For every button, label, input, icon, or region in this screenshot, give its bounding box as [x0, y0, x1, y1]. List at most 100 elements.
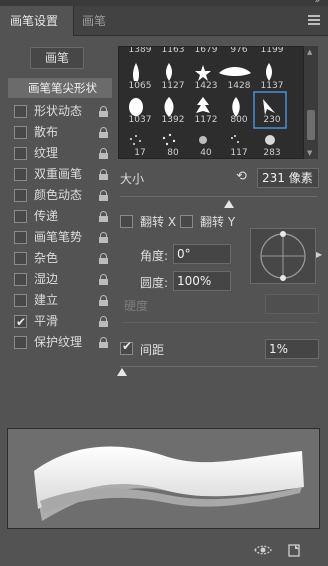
brush-size-number: 1199: [260, 46, 284, 55]
brush-leaf-230-icon: [263, 99, 275, 115]
option-label[interactable]: 平滑: [34, 311, 58, 331]
brush-option-2[interactable]: 纹理: [14, 143, 112, 164]
eye-dashed-icon[interactable]: [254, 543, 272, 557]
brush-tip-grid[interactable]: 1389 1163 1679 976 1199 1065 1127 1423 1428 1137 1…: [118, 46, 304, 159]
brush-size-number: 1389: [128, 46, 152, 55]
scrollbar-thumb[interactable]: [307, 110, 315, 140]
brush-leaf-800-icon: [232, 97, 240, 117]
brush-size-number: 1065: [128, 81, 152, 91]
roundness-field[interactable]: 100%: [173, 271, 231, 291]
size-slider-track[interactable]: [120, 196, 318, 197]
brush-option-0[interactable]: 形状动态: [14, 101, 112, 122]
spacing-box[interactable]: [120, 339, 133, 355]
angle-label: 角度:: [140, 249, 169, 263]
new-preset-icon[interactable]: [285, 543, 303, 557]
reset-size-icon[interactable]: ⟲: [236, 170, 250, 184]
lock-icon[interactable]: [99, 106, 108, 117]
option-label[interactable]: 保护纹理: [34, 332, 82, 352]
brush-star-leaf-1423-icon: [195, 65, 211, 81]
lock-icon[interactable]: [99, 253, 108, 264]
option-checkbox[interactable]: [14, 231, 27, 244]
flip-y-box[interactable]: [180, 215, 193, 228]
spacing-label: 间距: [140, 343, 165, 357]
tab-brushes[interactable]: 画笔: [82, 6, 106, 36]
option-checkbox[interactable]: [14, 210, 27, 223]
lock-icon[interactable]: [99, 190, 108, 201]
brush-presets-button[interactable]: 画笔: [30, 47, 84, 69]
brush-leaf-1037-icon: [129, 98, 143, 116]
lock-icon[interactable]: [99, 127, 108, 138]
brush-option-6[interactable]: 画笔笔势: [14, 227, 112, 248]
option-checkbox[interactable]: [14, 168, 27, 181]
brush-option-10[interactable]: 平滑: [14, 311, 112, 332]
option-label[interactable]: 散布: [34, 122, 58, 142]
spacing-field[interactable]: 1%: [265, 339, 319, 359]
lock-icon[interactable]: [99, 211, 108, 222]
brush-size-number: 1037: [128, 115, 152, 125]
lock-icon[interactable]: [99, 232, 108, 243]
option-checkbox[interactable]: [14, 252, 27, 265]
lock-icon[interactable]: [99, 148, 108, 159]
brush-option-1[interactable]: 散布: [14, 122, 112, 143]
lock-icon[interactable]: [99, 337, 108, 348]
size-field[interactable]: 231 像素: [257, 168, 319, 188]
brush-option-8[interactable]: 湿边: [14, 269, 112, 290]
brush-grid-scrollbar[interactable]: ▲ ▼: [304, 46, 318, 159]
flip-y-checkbox[interactable]: 翻转 Y: [180, 214, 250, 230]
option-checkbox[interactable]: [14, 147, 27, 160]
flip-x-label: 翻转 X: [140, 215, 177, 229]
lock-icon[interactable]: [99, 274, 108, 285]
brush-size-number: 1392: [161, 115, 185, 125]
option-checkbox[interactable]: [14, 189, 27, 202]
brush-size-number: 230: [263, 115, 281, 125]
brush-tip-shape-item[interactable]: 画笔笔尖形状: [8, 78, 112, 98]
lock-icon[interactable]: [99, 169, 108, 180]
brush-option-11[interactable]: 保护纹理: [14, 332, 112, 353]
option-label[interactable]: 双重画笔: [34, 164, 82, 184]
brush-option-9[interactable]: 建立: [14, 290, 112, 311]
option-label[interactable]: 传递: [34, 206, 58, 226]
brush-tip-thumbnails: [129, 63, 287, 146]
angle-field[interactable]: 0°: [173, 244, 231, 264]
option-label[interactable]: 形状动态: [34, 101, 82, 121]
scroll-down-icon[interactable]: ▼: [307, 149, 312, 157]
brush-option-7[interactable]: 杂色: [14, 248, 112, 269]
brush-size-number: 40: [200, 148, 212, 158]
option-checkbox[interactable]: [14, 312, 27, 332]
option-label[interactable]: 建立: [34, 290, 58, 310]
hardness-field: [265, 294, 319, 314]
brush-option-3[interactable]: 双重画笔: [14, 164, 112, 185]
option-checkbox[interactable]: [14, 105, 27, 118]
stroke-preview-graphic: [34, 446, 304, 521]
angle-arrow-icon[interactable]: ▶: [316, 250, 322, 259]
option-label[interactable]: 颜色动态: [34, 185, 82, 205]
spacing-slider-track[interactable]: [120, 366, 318, 367]
brush-option-4[interactable]: 颜色动态: [14, 185, 112, 206]
brush-size-number: 1172: [194, 115, 218, 125]
flip-x-box[interactable]: [120, 215, 133, 228]
option-label[interactable]: 湿边: [34, 269, 58, 289]
brush-size-number: 1137: [260, 81, 284, 91]
option-label[interactable]: 杂色: [34, 248, 58, 268]
brush-size-number: 1163: [161, 46, 185, 55]
option-label[interactable]: 纹理: [34, 143, 58, 163]
lock-icon[interactable]: [99, 316, 108, 327]
brush-option-5[interactable]: 传递: [14, 206, 112, 227]
tab-brush-settings[interactable]: 画笔设置: [0, 6, 74, 36]
option-checkbox[interactable]: [14, 294, 27, 307]
option-checkbox[interactable]: [14, 126, 27, 139]
brush-size-number: 80: [167, 148, 179, 158]
option-checkbox[interactable]: [14, 336, 27, 349]
option-checkbox[interactable]: [14, 273, 27, 286]
option-label[interactable]: 画笔笔势: [34, 227, 82, 247]
spacing-slider-thumb[interactable]: [116, 368, 127, 376]
size-slider-thumb[interactable]: [223, 200, 234, 208]
lock-icon[interactable]: [99, 295, 108, 306]
brush-branch-1428-icon: [219, 67, 251, 76]
angle-roundness-widget[interactable]: [250, 228, 316, 284]
spacing-checkbox[interactable]: 间距: [120, 339, 200, 357]
brush-size-number: 1127: [161, 81, 185, 91]
panel-menu-icon[interactable]: [308, 15, 320, 25]
brush-leaf-1127-icon: [166, 63, 172, 81]
scroll-up-icon[interactable]: ▲: [307, 48, 312, 56]
